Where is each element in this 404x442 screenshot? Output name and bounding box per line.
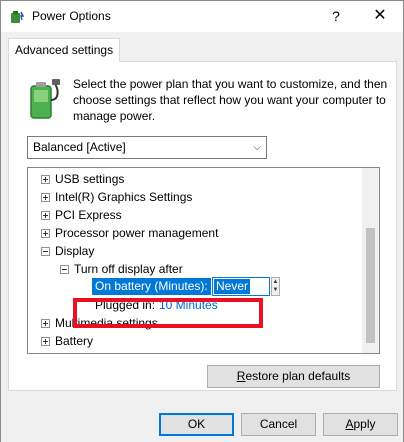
tree-item-label: Intel(R) Graphics Settings <box>55 190 193 204</box>
expand-plus-icon[interactable] <box>41 229 50 238</box>
cancel-button[interactable]: Cancel <box>241 413 316 436</box>
value-spinner[interactable]: ▲ ▼ <box>271 277 280 296</box>
advanced-settings-panel: Select the power plan that you want to c… <box>8 61 397 391</box>
window-title: Power Options <box>32 9 111 23</box>
tree-item-on-battery[interactable]: On battery (Minutes): Never ▲ ▼ <box>28 277 358 296</box>
power-plan-dropdown[interactable]: Balanced [Active] ⌵ <box>27 136 267 159</box>
annotation-highlight-box <box>73 298 263 328</box>
expand-plus-icon[interactable] <box>41 337 50 346</box>
apply-button[interactable]: Apply <box>323 413 398 436</box>
restore-label: estore plan defaults <box>245 369 351 383</box>
vertical-scrollbar[interactable] <box>362 168 379 353</box>
expand-plus-icon[interactable] <box>41 319 50 328</box>
tree-item-label: Display <box>55 244 95 258</box>
tree-item-label: PCI Express <box>55 208 122 222</box>
power-options-icon <box>11 11 24 23</box>
power-options-window: Power Options ? ✕ Advanced settings Sele… <box>0 0 404 442</box>
apply-mnemonic: A <box>345 417 354 431</box>
title-bar[interactable]: Power Options ? ✕ <box>1 1 403 32</box>
close-button[interactable]: ✕ <box>363 2 397 30</box>
restore-plan-defaults-button[interactable]: Restore plan defaults <box>207 365 380 388</box>
on-battery-value: Never <box>214 279 251 294</box>
tree-item-label: USB settings <box>55 172 125 186</box>
ok-button[interactable]: OK <box>159 413 234 436</box>
on-battery-label: On battery (Minutes): <box>92 278 211 295</box>
on-battery-value-input[interactable]: Never <box>212 277 270 296</box>
expand-plus-icon[interactable] <box>41 175 50 184</box>
dialog-client-area: Advanced settings Select the power plan … <box>1 32 403 442</box>
scrollbar-thumb[interactable] <box>366 228 375 343</box>
expand-plus-icon[interactable] <box>41 193 50 202</box>
description-text: Select the power plan that you want to c… <box>73 77 388 123</box>
apply-label: pply <box>353 417 376 431</box>
expand-plus-icon[interactable] <box>41 211 50 220</box>
power-plan-selected: Balanced [Active] <box>33 140 126 154</box>
collapse-minus-icon[interactable] <box>60 265 69 274</box>
tree-item-label: Processor power management <box>55 226 219 240</box>
collapse-minus-icon[interactable] <box>41 247 50 256</box>
tree-item-label: Battery <box>55 334 94 348</box>
help-button[interactable]: ? <box>319 2 353 30</box>
battery-plug-icon <box>30 79 60 119</box>
chevron-down-icon: ⌵ <box>253 142 261 153</box>
tree-item-label: Turn off display after <box>74 262 183 276</box>
tab-advanced-settings[interactable]: Advanced settings <box>8 38 121 62</box>
